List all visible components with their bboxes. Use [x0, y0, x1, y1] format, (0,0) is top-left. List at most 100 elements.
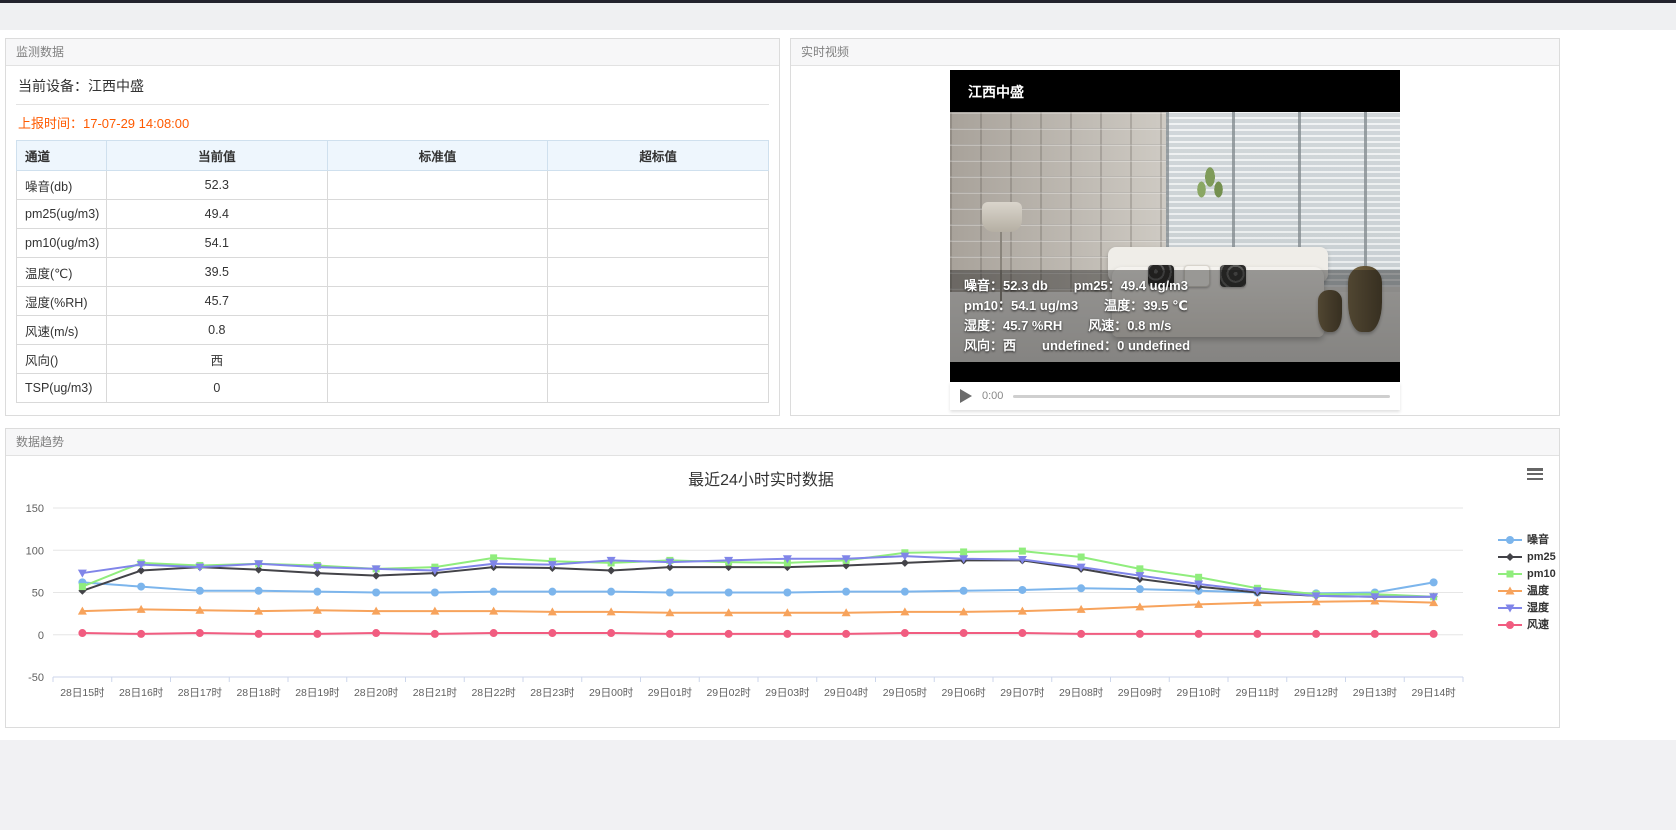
monitor-panel-title: 监测数据: [16, 45, 64, 59]
cell-current: 52.3: [107, 171, 328, 200]
play-icon[interactable]: [960, 389, 974, 403]
cell-standard: [327, 316, 548, 345]
cell-channel: pm10(ug/m3): [17, 229, 107, 258]
chart-menu-icon[interactable]: [1527, 468, 1543, 480]
monitor-panel-body: 当前设备：江西中盛 上报时间：17-07-29 14:08:00 通道当前值标准…: [6, 66, 779, 413]
svg-text:28日18时: 28日18时: [236, 687, 281, 699]
svg-text:28日19时: 28日19时: [295, 687, 340, 699]
overlay-line: 噪音：52.3 db pm25：49.4 ug/m3: [964, 276, 1386, 296]
legend-marker-icon: [1498, 602, 1522, 614]
cell-exceed: [548, 345, 769, 374]
video-panel-header: 实时视频: [791, 39, 1559, 66]
svg-text:28日22时: 28日22时: [471, 687, 516, 699]
legend-marker-icon: [1498, 534, 1522, 546]
cell-channel: TSP(ug/m3): [17, 374, 107, 403]
legend-item-噪音[interactable]: 噪音: [1498, 534, 1556, 546]
svg-text:29日14时: 29日14时: [1411, 687, 1456, 699]
svg-text:0: 0: [38, 630, 44, 642]
svg-text:28日23时: 28日23时: [530, 687, 575, 699]
legend-item-pm25[interactable]: pm25: [1498, 551, 1556, 563]
svg-text:29日03时: 29日03时: [765, 687, 810, 699]
cell-exceed: [548, 374, 769, 403]
report-time: 上报时间：17-07-29 14:08:00: [16, 105, 769, 138]
svg-text:29日11时: 29日11时: [1236, 687, 1280, 699]
svg-text:29日06时: 29日06时: [941, 687, 986, 699]
video-panel-body: 江西中盛: [791, 70, 1559, 420]
cell-current: 54.1: [107, 229, 328, 258]
svg-text:29日10时: 29日10时: [1176, 687, 1221, 699]
video-controls: 0:00: [950, 382, 1400, 410]
legend-item-风速[interactable]: 风速: [1498, 619, 1556, 631]
video-progress-bar[interactable]: [1013, 395, 1390, 398]
cell-channel: 噪音(db): [17, 171, 107, 200]
cell-standard: [327, 258, 548, 287]
overlay-line: 风向：西 undefined：0 undefined: [964, 336, 1386, 356]
svg-text:28日16时: 28日16时: [119, 687, 164, 699]
cell-standard: [327, 345, 548, 374]
svg-text:28日20时: 28日20时: [354, 687, 399, 699]
trend-panel: 数据趋势 最近24小时实时数据 -5005010015028日15时28日16时…: [5, 428, 1560, 728]
svg-text:150: 150: [26, 503, 44, 515]
video-overlay-title: 江西中盛: [968, 82, 1024, 102]
legend-item-温度[interactable]: 温度: [1498, 585, 1556, 597]
svg-text:29日08时: 29日08时: [1059, 687, 1104, 699]
monitor-panel-header: 监测数据: [6, 39, 779, 66]
trend-panel-body: 最近24小时实时数据 -5005010015028日15时28日16时28日17…: [6, 456, 1559, 728]
column-header: 当前值: [107, 141, 328, 171]
cell-current: 39.5: [107, 258, 328, 287]
legend-label: 温度: [1527, 585, 1549, 597]
cell-standard: [327, 171, 548, 200]
svg-text:29日01时: 29日01时: [648, 687, 693, 699]
cell-current: 49.4: [107, 200, 328, 229]
svg-text:29日05时: 29日05时: [883, 687, 928, 699]
svg-text:29日02时: 29日02时: [706, 687, 751, 699]
svg-text:29日07时: 29日07时: [1000, 687, 1045, 699]
video-panel-title: 实时视频: [801, 45, 849, 59]
legend-marker-icon: [1498, 568, 1522, 580]
overlay-line: 湿度：45.7 %RH 风速：0.8 m/s: [964, 316, 1386, 336]
cell-standard: [327, 200, 548, 229]
cell-channel: 风速(m/s): [17, 316, 107, 345]
column-header: 通道: [17, 141, 107, 171]
svg-text:28日21时: 28日21时: [413, 687, 458, 699]
cell-current: 45.7: [107, 287, 328, 316]
table-row: pm10(ug/m3)54.1: [17, 229, 769, 258]
photo-plant: [1193, 162, 1227, 212]
legend-label: 风速: [1527, 619, 1549, 631]
menu-line: [1527, 478, 1543, 481]
monitor-table-head-row: 通道当前值标准值超标值: [17, 141, 769, 171]
table-row: 噪音(db)52.3: [17, 171, 769, 200]
video-player[interactable]: 江西中盛: [950, 70, 1400, 382]
video-time: 0:00: [982, 390, 1003, 402]
cell-exceed: [548, 316, 769, 345]
table-row: 湿度(%RH)45.7: [17, 287, 769, 316]
table-row: 风速(m/s)0.8: [17, 316, 769, 345]
cell-exceed: [548, 200, 769, 229]
cell-channel: 湿度(%RH): [17, 287, 107, 316]
svg-text:100: 100: [26, 545, 44, 557]
menu-line: [1527, 473, 1543, 476]
legend-label: 噪音: [1527, 534, 1549, 546]
cell-standard: [327, 374, 548, 403]
device-name: 当前设备：江西中盛: [16, 66, 769, 105]
chart-title: 最近24小时实时数据: [6, 466, 1516, 490]
cell-exceed: [548, 287, 769, 316]
photo-lamp: [982, 202, 1022, 232]
legend-item-pm10[interactable]: pm10: [1498, 568, 1556, 580]
cell-exceed: [548, 258, 769, 287]
table-row: pm25(ug/m3)49.4: [17, 200, 769, 229]
cell-current: 西: [107, 345, 328, 374]
svg-text:29日13时: 29日13时: [1353, 687, 1398, 699]
column-header: 标准值: [327, 141, 548, 171]
video-panel: 实时视频 江西中盛: [790, 38, 1560, 416]
table-row: 温度(℃)39.5: [17, 258, 769, 287]
legend-item-湿度[interactable]: 湿度: [1498, 602, 1556, 614]
svg-text:29日00时: 29日00时: [589, 687, 634, 699]
cell-standard: [327, 229, 548, 258]
cell-current: 0: [107, 374, 328, 403]
trend-chart: -5005010015028日15时28日16时28日17时28日18时28日1…: [8, 500, 1496, 708]
trend-panel-header: 数据趋势: [6, 429, 1559, 456]
svg-text:28日17时: 28日17时: [178, 687, 223, 699]
svg-text:-50: -50: [28, 672, 44, 684]
cell-exceed: [548, 229, 769, 258]
